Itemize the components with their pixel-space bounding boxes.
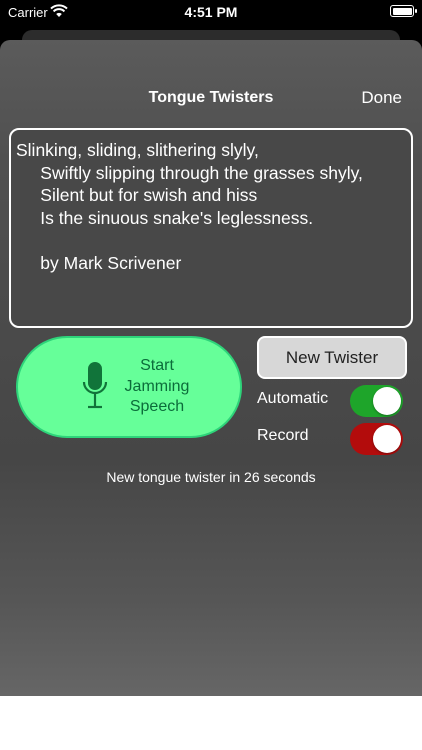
bottom-area — [0, 696, 422, 750]
tongue-twister-text: Slinking, sliding, slithering slyly, Swi… — [9, 128, 413, 328]
microphone-icon — [82, 362, 108, 409]
record-label: Record — [257, 427, 309, 444]
battery-level — [392, 7, 412, 15]
automatic-toggle[interactable] — [350, 385, 403, 417]
app-screen: Carrier 4:51 PM Tongue Twisters Done Sli… — [0, 0, 422, 750]
toggle-knob — [373, 387, 401, 415]
done-button[interactable]: Done — [361, 88, 402, 108]
navigation-bar: Tongue Twisters Done — [0, 40, 422, 124]
page-title: Tongue Twisters — [148, 89, 274, 106]
new-twister-button[interactable]: New Twister — [257, 336, 407, 379]
status-bar: Carrier 4:51 PM — [0, 0, 422, 26]
toggle-knob — [373, 425, 401, 453]
start-jamming-speech-button[interactable]: Start Jamming Speech — [16, 336, 242, 438]
modal-sheet: Tongue Twisters Done Slinking, sliding, … — [0, 40, 422, 696]
countdown-text: New tongue twister in 26 seconds — [106, 469, 316, 485]
speech-button-label: Start Jamming Speech — [124, 357, 190, 415]
automatic-label: Automatic — [257, 390, 329, 407]
record-toggle[interactable] — [350, 423, 403, 455]
battery-icon — [390, 5, 417, 17]
status-time: 4:51 PM — [184, 4, 238, 20]
